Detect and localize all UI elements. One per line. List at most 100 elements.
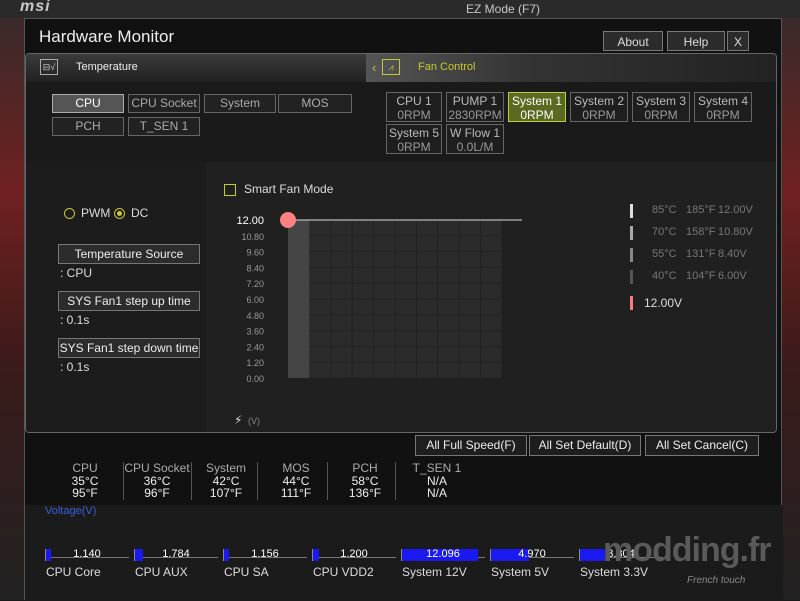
voltage-bar: 1.784 [134, 548, 220, 561]
voltage-fill [224, 549, 229, 561]
fan-graph-icon: ⩘ [382, 59, 400, 75]
all-set-cancel-button[interactable]: All Set Cancel(C) [645, 435, 759, 456]
fan-button[interactable]: CPU 1 0RPM [386, 92, 442, 122]
y-axis-label: (V) [248, 416, 260, 426]
voltage-value: 1.156 [251, 548, 279, 560]
fan-name: W Flow 1 [449, 126, 500, 140]
fan-control-header[interactable]: ‹ ⩘ Fan Control [366, 54, 776, 82]
temp-sensor-button[interactable]: MOS [278, 94, 352, 113]
all-set-default-button[interactable]: All Set Default(D) [529, 435, 641, 456]
temp-sensor-button[interactable]: CPU [52, 94, 124, 113]
voltage-value: 4.970 [518, 548, 546, 560]
voltage-value: 12.096 [426, 548, 460, 560]
legend-celsius: 85°C [652, 204, 677, 216]
fan-name: CPU 1 [396, 94, 432, 108]
fan-name: PUMP 1 [452, 94, 498, 108]
chart-active-column [288, 220, 310, 378]
fan-value: 0RPM [520, 108, 554, 122]
help-button[interactable]: Help [667, 31, 725, 51]
temperature-fahrenheit: N/A [426, 486, 447, 500]
smart-fan-checkbox[interactable] [224, 184, 236, 196]
temperature-fahrenheit: 96°F [144, 486, 170, 500]
fan-name: System 3 [635, 94, 686, 108]
background-left [0, 18, 24, 600]
monitor-panel: ⊟√ Temperature ‹ ⩘ Fan Control CPU CPU So… [25, 53, 777, 433]
voltage-bar: 12.096 [401, 548, 487, 561]
about-button[interactable]: About [603, 31, 663, 51]
legend-fahrenheit: 131°F [686, 248, 716, 260]
temperature-name: CPU Socket [124, 461, 190, 475]
voltage-name: System 12V [402, 565, 467, 579]
voltage-title: Voltage(V) [45, 505, 97, 517]
legend-voltage: 6.00V [718, 270, 747, 282]
thermometer-icon: ⊟√ [40, 59, 58, 75]
fan-button[interactable]: System 5 0RPM [386, 124, 442, 154]
temperature-readout: MOS 44°C 111°F [263, 462, 329, 500]
temp-sensor-button[interactable]: CPU Socket [128, 94, 200, 113]
voltage-name: System 5V [491, 565, 550, 579]
voltage-bar: 1.140 [45, 548, 131, 561]
temperature-name: MOS [282, 461, 310, 475]
close-button[interactable]: X [727, 31, 749, 51]
fan-value: 0RPM [582, 108, 616, 122]
fan-control-header-label: Fan Control [418, 61, 476, 73]
dc-radio[interactable] [114, 208, 125, 219]
legend-marker [630, 248, 633, 262]
temperature-readout: PCH 58°C 136°F [333, 462, 397, 500]
fan-button[interactable]: System 2 0RPM [570, 92, 628, 122]
temp-sensor-button[interactable]: PCH [52, 117, 124, 136]
step-down-button[interactable]: SYS Fan1 step down time [58, 338, 200, 358]
fan-curve-point [280, 212, 296, 228]
fan-name: System 4 [697, 94, 748, 108]
legend-celsius: 40°C [652, 270, 677, 282]
dc-label: DC [131, 206, 149, 220]
voltage-name: CPU SA [224, 565, 269, 579]
fan-button[interactable]: System 3 0RPM [632, 92, 690, 122]
temperature-readout: CPU 35°C 95°F [45, 462, 125, 500]
fan-curve-area: Smart Fan Mode 12.00 10.80 9.60 8.40 7.20 6.0… [206, 162, 776, 432]
brand-logo: msi [20, 0, 51, 15]
chevron-left-icon[interactable]: ‹ [372, 60, 376, 75]
fan-button[interactable]: PUMP 1 2830RPM [446, 92, 504, 122]
fan-button[interactable]: System 4 0RPM [694, 92, 752, 122]
window-title: Hardware Monitor [39, 27, 175, 46]
y-tick-label: 6.00 [246, 295, 264, 305]
smart-fan-label: Smart Fan Mode [244, 182, 334, 196]
pwm-label: PWM [81, 206, 111, 220]
temperature-divider [191, 462, 192, 500]
y-tick-label: 10.80 [241, 232, 264, 242]
y-tick-label: 2.40 [246, 342, 264, 352]
temperature-name: CPU [72, 461, 98, 475]
voltage-bar: 1.156 [223, 548, 309, 561]
current-voltage-value: 12.00V [644, 296, 683, 310]
fan-curve-chart[interactable]: 12.00 10.80 9.60 8.40 7.20 6.00 4.80 3.60 2.40 1.… [206, 202, 536, 427]
temp-sensor-button[interactable]: T_SEN 1 [128, 117, 200, 136]
watermark-subtitle: French touch [687, 575, 746, 586]
voltage-fill [135, 549, 143, 561]
fan-button[interactable]: W Flow 1 0.0L/M [446, 124, 504, 154]
legend-marker [630, 226, 633, 240]
fan-name: System 5 [388, 126, 439, 140]
y-tick-label: 12.00 [236, 215, 264, 227]
fan-value: 0RPM [397, 140, 431, 154]
fan-value: 0.0L/M [456, 140, 494, 154]
fan-name: System 2 [573, 94, 624, 108]
y-tick-label: 9.60 [246, 248, 264, 258]
temperature-source-button[interactable]: Temperature Source [58, 244, 200, 264]
y-tick-label: 8.40 [246, 263, 264, 273]
all-full-speed-button[interactable]: All Full Speed(F) [415, 435, 527, 456]
pwm-radio[interactable] [64, 208, 75, 219]
step-up-button[interactable]: SYS Fan1 step up time [58, 291, 200, 311]
y-tick-label: 4.80 [246, 311, 264, 321]
temperature-fahrenheit: 136°F [348, 486, 382, 500]
temp-sensor-button[interactable]: System [204, 94, 276, 113]
legend-voltage: 12.00V [718, 204, 753, 216]
voltage-name: CPU VDD2 [313, 565, 374, 579]
fan-button[interactable]: System 1 0RPM [508, 92, 566, 122]
temperature-readout: T_SEN 1 N/A N/A [397, 462, 477, 500]
legend-fahrenheit: 104°F [686, 270, 716, 282]
background-bar: msi EZ Mode (F7) [0, 0, 800, 18]
temperature-fahrenheit: 107°F [209, 486, 243, 500]
voltage-bar: 1.200 [312, 548, 398, 561]
ez-mode-label[interactable]: EZ Mode (F7) [466, 2, 540, 16]
